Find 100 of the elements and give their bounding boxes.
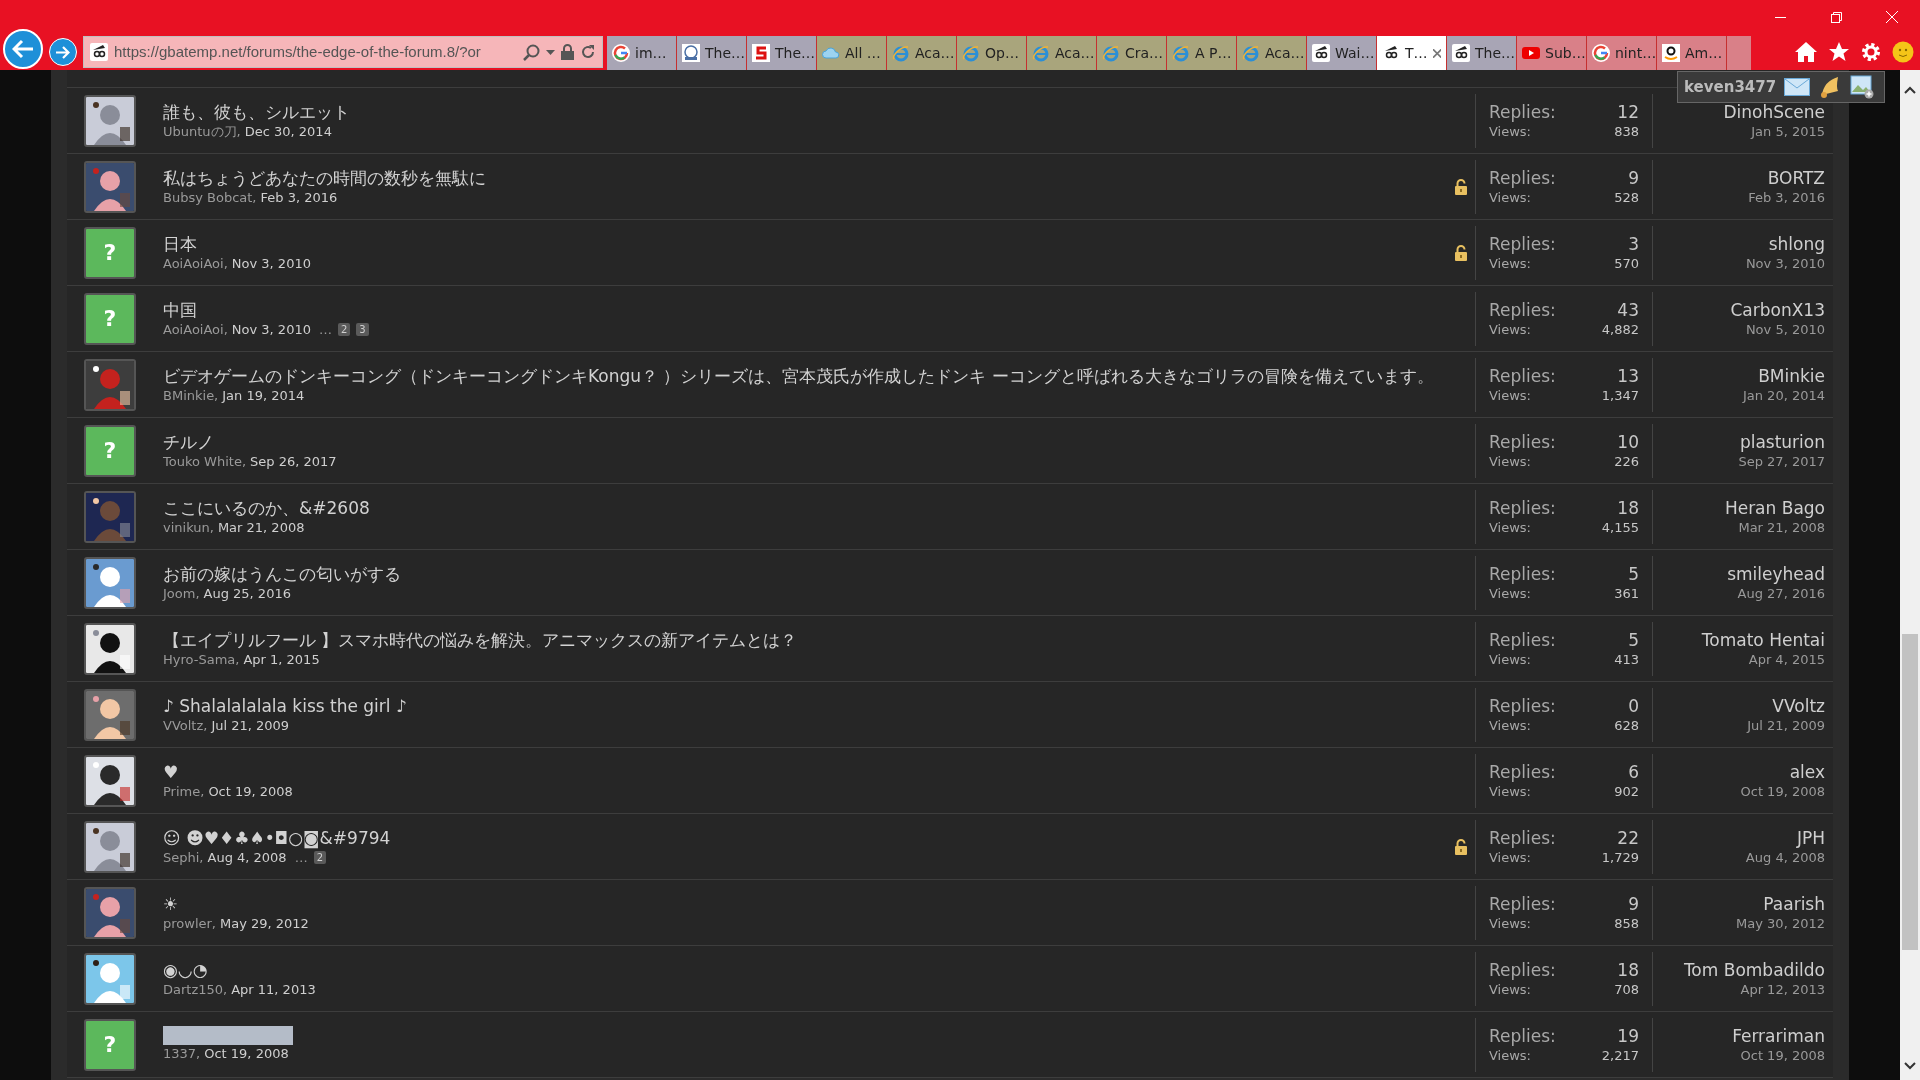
browser-tab[interactable]: A P…: [1167, 36, 1237, 70]
last-poster[interactable]: shlong: [1768, 232, 1825, 255]
thread-author[interactable]: AoiAoiAoi,: [163, 321, 228, 337]
last-poster[interactable]: Tomato Hentai: [1701, 628, 1825, 651]
thread-title[interactable]: ◉◡◔: [163, 958, 1447, 981]
last-poster[interactable]: alex: [1789, 760, 1825, 783]
image-add-icon[interactable]: [1850, 75, 1875, 99]
thread-author[interactable]: Joom,: [163, 585, 200, 601]
last-poster[interactable]: BMinkie: [1758, 364, 1825, 387]
last-poster[interactable]: VVoltz: [1772, 694, 1825, 717]
thread-title[interactable]: 誰も、彼も、シルエット: [163, 100, 1447, 123]
thread-title[interactable]: 日本: [163, 232, 1447, 255]
browser-tab[interactable]: Sub…: [1517, 36, 1587, 70]
lock-icon: [1454, 178, 1468, 195]
browser-tab[interactable]: Aca…: [1237, 36, 1307, 70]
replies-count: 12: [1617, 100, 1639, 123]
thread-author[interactable]: prowler,: [163, 915, 216, 931]
thread-title[interactable]: ☀: [163, 892, 1447, 915]
thread-title[interactable]: 中国: [163, 298, 1447, 321]
last-poster[interactable]: CarbonX13: [1730, 298, 1825, 321]
scrollbar[interactable]: [1900, 70, 1920, 1080]
close-tab-icon[interactable]: [1432, 48, 1441, 58]
browser-tab[interactable]: The…: [747, 36, 817, 70]
replies-count: 10: [1617, 430, 1639, 453]
thread-title[interactable]: お前の嫁はうんこの匂いがする: [163, 562, 1447, 585]
replies-count: 18: [1617, 958, 1639, 981]
username-link[interactable]: keven3477: [1684, 75, 1777, 99]
browser-tab[interactable]: The…: [677, 36, 747, 70]
last-poster[interactable]: DinohScene: [1723, 100, 1825, 123]
browser-tab[interactable]: im…: [607, 36, 677, 70]
thread-title[interactable]: ☺ ☻♥♦♣♠•◘○◙&#9794: [163, 826, 1447, 849]
thread-author[interactable]: Bubsy Bobcat,: [163, 189, 257, 205]
browser-tab[interactable]: Am…: [1657, 36, 1727, 70]
smiley-icon[interactable]: [1892, 41, 1914, 63]
thread-title[interactable]: 【エイプリルフール 】スマホ時代の悩みを解決。アニマックスの新アイテムとは？: [163, 628, 1447, 651]
browser-tab[interactable]: nint…: [1587, 36, 1657, 70]
thread-author[interactable]: vinikun,: [163, 519, 214, 535]
browser-tab[interactable]: Aca…: [1027, 36, 1097, 70]
thread-date: Mar 21, 2008: [217, 518, 305, 537]
last-poster[interactable]: Tom Bombadildo: [1683, 958, 1825, 981]
last-poster[interactable]: Paarish: [1763, 892, 1825, 915]
forward-button[interactable]: [49, 38, 77, 66]
scroll-up-icon[interactable]: [1904, 86, 1916, 94]
browser-tab[interactable]: All …: [817, 36, 887, 70]
lock-icon: [1454, 244, 1468, 261]
thread-author[interactable]: VVoltz,: [163, 717, 208, 733]
scroll-down-icon[interactable]: [1904, 1062, 1916, 1070]
browser-tab[interactable]: Cra…: [1097, 36, 1167, 70]
browser-tab[interactable]: Op…: [957, 36, 1027, 70]
thread-author[interactable]: Prime,: [163, 783, 205, 799]
last-poster[interactable]: BORTZ: [1767, 166, 1825, 189]
last-poster[interactable]: plasturion: [1739, 430, 1825, 453]
thread-title[interactable]: ビデオゲームのドンキーコング（ドンキーコングドンキKongu？ ）シリーズは、宮本茂氏が作成したドンキ ーコングと呼ばれる大きなゴリラの冒険を備えています。: [163, 364, 1447, 387]
back-button[interactable]: [3, 29, 43, 69]
thread-date: Apr 11, 2013: [231, 980, 316, 999]
thread-title[interactable]: ここにいるのか、&#2608: [163, 496, 1447, 519]
page-link[interactable]: 2: [337, 323, 351, 336]
scroll-thumb[interactable]: [1902, 634, 1918, 950]
thread-author[interactable]: AoiAoiAoi,: [163, 255, 228, 271]
page-link[interactable]: 3: [356, 323, 369, 336]
last-post-date: Oct 19, 2008: [1740, 782, 1825, 801]
thread-author[interactable]: 1337,: [163, 1046, 201, 1061]
thread-title[interactable]: ♥: [163, 760, 1447, 783]
last-post-date: Jan 5, 2015: [1751, 122, 1825, 141]
minimize-icon: [1774, 16, 1786, 18]
thread-author[interactable]: Ubuntuの刀,: [163, 123, 241, 139]
page-link[interactable]: 2: [313, 851, 326, 864]
envelope-icon[interactable]: [1784, 78, 1811, 96]
settings-icon[interactable]: [1860, 41, 1882, 63]
lock-icon: [1454, 838, 1468, 855]
thread-date: Apr 1, 2015: [243, 650, 320, 669]
last-poster[interactable]: Ferrariman: [1732, 1024, 1825, 1047]
thread-author[interactable]: Sephi,: [163, 849, 204, 865]
views-label: Views:: [1489, 716, 1531, 735]
last-post-date: Apr 4, 2015: [1748, 650, 1825, 669]
address-bar[interactable]: https://gbatemp.net/forums/the-edge-of-the-forum.8/?or: [83, 36, 603, 68]
last-poster[interactable]: Heran Bago: [1724, 496, 1825, 519]
thread-title[interactable]: 私はちょうどあなたの時間の数秒を無駄に: [163, 166, 1447, 189]
replies-count: 43: [1617, 298, 1639, 321]
last-poster[interactable]: JPH: [1796, 826, 1825, 849]
thread-author[interactable]: Hyro-Sama,: [163, 651, 240, 667]
thread-author[interactable]: Touko White,: [163, 453, 246, 469]
browser-tab[interactable]: Aca…: [887, 36, 957, 70]
thread-title[interactable]: ♪ Shalalalalala kiss the girl ♪: [163, 694, 1447, 717]
thread-author[interactable]: Dartz150,: [163, 981, 228, 997]
home-icon[interactable]: [1794, 41, 1818, 63]
last-post-date: Aug 4, 2008: [1745, 848, 1825, 867]
e-logo-icon: [1172, 44, 1190, 62]
thread-author[interactable]: BMinkie,: [163, 387, 219, 403]
browser-tab[interactable]: Wai…: [1307, 36, 1377, 70]
replies-count: 19: [1617, 1024, 1639, 1047]
thread-title[interactable]: チルノ: [163, 430, 1447, 453]
views-count: 708: [1614, 980, 1639, 999]
search-icon: [523, 43, 540, 61]
last-poster[interactable]: smileyhead: [1727, 562, 1825, 585]
browser-tab[interactable]: T…: [1377, 36, 1447, 70]
back-arrow-icon: [12, 39, 34, 59]
browser-tab[interactable]: The…: [1447, 36, 1517, 70]
star-icon[interactable]: [1828, 41, 1850, 63]
replies-label: Replies:: [1489, 826, 1556, 849]
